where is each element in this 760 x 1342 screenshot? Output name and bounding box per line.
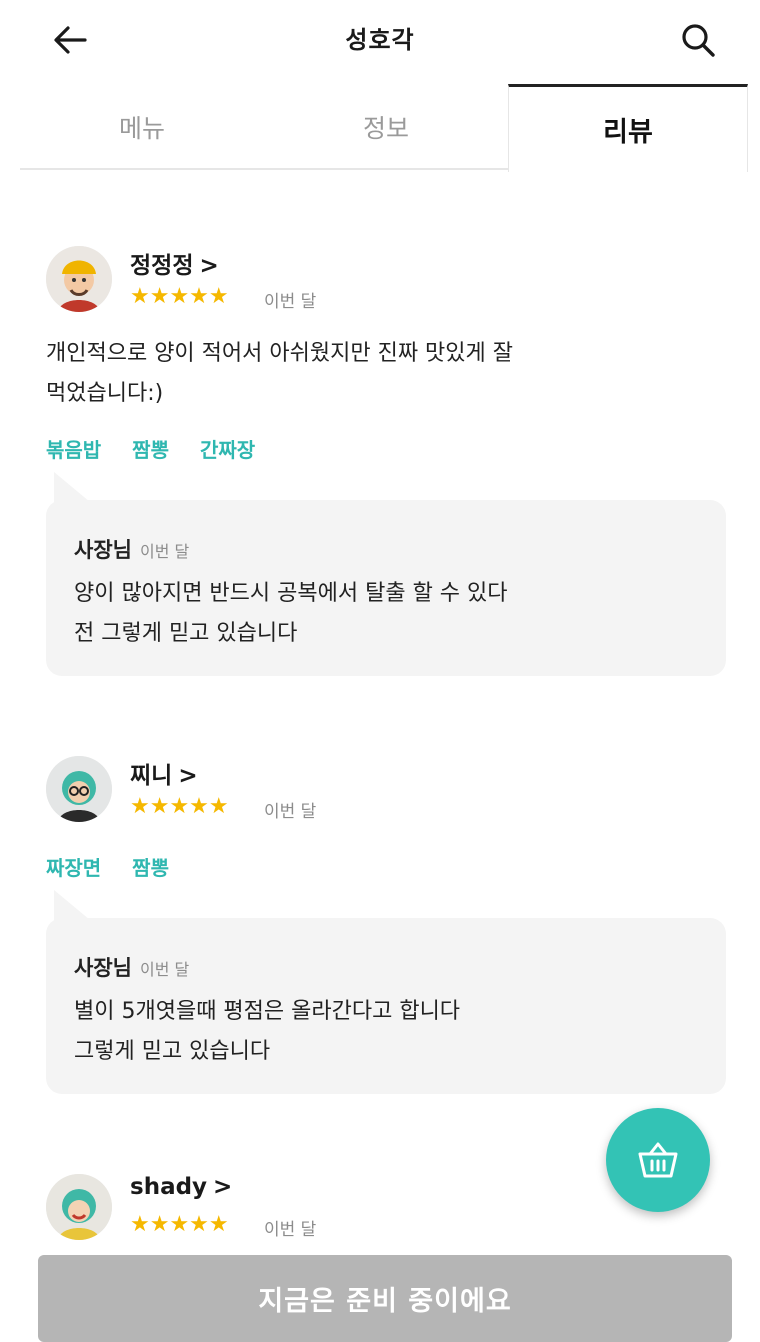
- owner-reply-header: 사장님 이번 달: [74, 956, 190, 980]
- reviewer-name-link[interactable]: 찌니 >: [130, 756, 198, 790]
- review-date: 이번 달: [264, 802, 317, 822]
- star-rating: ★★★★★: [130, 1212, 229, 1237]
- menu-tag[interactable]: 간짜장: [200, 438, 255, 462]
- avatar[interactable]: [46, 756, 112, 822]
- menu-tag[interactable]: 짬뽕: [132, 438, 169, 462]
- review-item: 찌니 > ★★★★★ 이번 달 짜장면 짬뽕 사장님 이번 달 별이 5개엿을때 평…: [46, 756, 726, 1096]
- review-date: 이번 달: [264, 1220, 317, 1240]
- owner-reply-text: 양이 많아지면 반드시 공복에서 탈출 할 수 있다 전 그렇게 믿고 있습니다: [74, 581, 508, 646]
- ordered-menu-tags: 짜장면 짬뽕: [46, 852, 193, 881]
- basket-icon: [638, 1142, 678, 1178]
- owner-reply: 사장님 이번 달 양이 많아지면 반드시 공복에서 탈출 할 수 있다 전 그렇게…: [46, 472, 726, 676]
- review-item: 정정정 > ★★★★★ 이번 달 개인적으로 양이 적어서 아쉬웠지만 진짜 맛있…: [46, 246, 726, 686]
- search-icon: [682, 24, 715, 57]
- speech-bubble-tail: [54, 472, 90, 502]
- menu-tag[interactable]: 볶음밥: [46, 438, 101, 462]
- tab-review[interactable]: 리뷰: [508, 84, 748, 172]
- app-header: 성호각: [0, 0, 760, 80]
- reviewer-name-link[interactable]: 정정정 >: [130, 246, 219, 280]
- order-status-button[interactable]: 지금은 준비 중이에요: [38, 1255, 732, 1342]
- menu-tag[interactable]: 짬뽕: [132, 856, 169, 880]
- owner-reply: 사장님 이번 달 별이 5개엿을때 평점은 올라간다고 합니다 그렇게 믿고 있습…: [46, 890, 726, 1094]
- user-avatar-icon: [46, 246, 112, 312]
- chevron-right-icon: >: [199, 253, 219, 279]
- avatar[interactable]: [46, 246, 112, 312]
- chevron-right-icon: >: [178, 763, 198, 789]
- cart-fab-button[interactable]: [606, 1108, 710, 1212]
- review-text: 개인적으로 양이 적어서 아쉬웠지만 진짜 맛있게 잘 먹었습니다:): [46, 341, 514, 406]
- ordered-menu-tags: 볶음밥 짬뽕 간짜장: [46, 434, 279, 463]
- review-date: 이번 달: [264, 292, 317, 312]
- user-avatar-icon: [46, 756, 112, 822]
- avatar[interactable]: [46, 1174, 112, 1240]
- owner-reply-text: 별이 5개엿을때 평점은 올라간다고 합니다 그렇게 믿고 있습니다: [74, 999, 461, 1064]
- owner-reply-header: 사장님 이번 달: [74, 538, 190, 562]
- reviewer-name-link[interactable]: shady >: [130, 1174, 232, 1200]
- search-button[interactable]: [676, 18, 720, 62]
- tab-menu[interactable]: 메뉴: [20, 84, 264, 170]
- speech-bubble-tail: [54, 890, 90, 920]
- user-avatar-icon: [46, 1174, 112, 1240]
- star-rating: ★★★★★: [130, 794, 229, 819]
- star-rating: ★★★★★: [130, 284, 229, 309]
- page-title: 성호각: [345, 26, 415, 54]
- tab-bar: 메뉴 정보 리뷰: [20, 84, 748, 172]
- tab-info[interactable]: 정보: [264, 84, 508, 170]
- chevron-right-icon: >: [213, 1174, 233, 1200]
- menu-tag[interactable]: 짜장면: [46, 856, 101, 880]
